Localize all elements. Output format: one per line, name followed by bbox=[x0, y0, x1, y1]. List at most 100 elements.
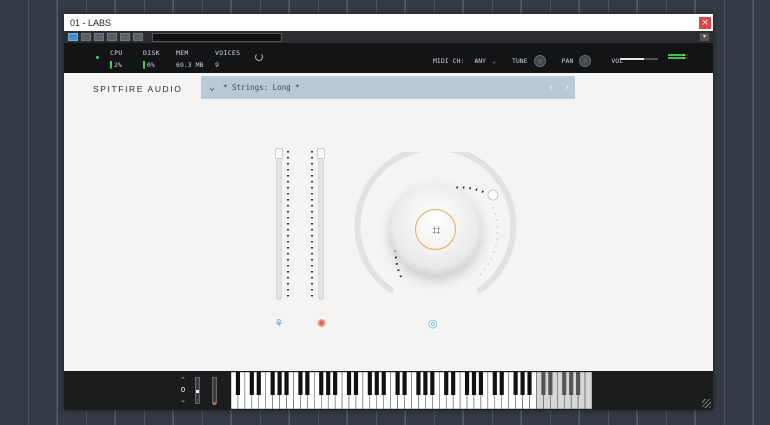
black-key[interactable] bbox=[374, 372, 379, 395]
black-key[interactable] bbox=[333, 372, 338, 395]
black-key[interactable] bbox=[492, 372, 497, 395]
reverb-icon: ◎ bbox=[428, 317, 438, 330]
mem-stat: MEM 69.3 MB bbox=[176, 49, 203, 69]
black-key[interactable] bbox=[367, 372, 372, 395]
menu-icon[interactable]: ▾ bbox=[700, 33, 709, 41]
black-key[interactable] bbox=[395, 372, 400, 395]
black-key[interactable] bbox=[298, 372, 303, 395]
preset-field[interactable] bbox=[152, 32, 282, 42]
octave-value: 0 bbox=[180, 386, 186, 394]
midi-controls: MIDI CH: ANY ⌄ TUNE PAN VOL bbox=[433, 55, 623, 67]
prev-preset-button[interactable]: ‹ bbox=[543, 82, 559, 93]
knob-ring: ⌗ bbox=[415, 209, 456, 250]
black-key[interactable] bbox=[326, 372, 331, 395]
mem-value: 69.3 MB bbox=[176, 61, 204, 69]
dynamics-icon: ⚘ bbox=[274, 317, 284, 330]
resize-grip-icon[interactable] bbox=[702, 399, 711, 408]
reverb-knob[interactable]: ⌗ bbox=[390, 184, 481, 275]
black-key[interactable] bbox=[562, 372, 567, 395]
output-meter bbox=[668, 54, 688, 61]
black-key[interactable] bbox=[381, 372, 386, 395]
black-key[interactable] bbox=[423, 372, 428, 395]
status-bar: CPU ▌2% DISK ▌0% MEM 69.3 MB VOICES 9 MI… bbox=[64, 43, 713, 73]
black-key[interactable] bbox=[416, 372, 421, 395]
black-key[interactable] bbox=[548, 372, 553, 395]
piano-keyboard[interactable] bbox=[231, 372, 592, 409]
black-key[interactable] bbox=[541, 372, 546, 395]
close-button[interactable]: × bbox=[699, 16, 711, 29]
knob-handle bbox=[487, 189, 499, 201]
refresh-icon[interactable] bbox=[255, 53, 263, 61]
octave-down-icon[interactable]: ⌄ bbox=[178, 395, 188, 405]
disk-stat: DISK ▌0% bbox=[143, 49, 160, 69]
black-key[interactable] bbox=[277, 372, 282, 395]
black-key[interactable] bbox=[499, 372, 504, 395]
next-preset-button[interactable]: › bbox=[559, 82, 575, 93]
black-key[interactable] bbox=[353, 372, 359, 395]
window-title: 01 - LABS bbox=[70, 17, 112, 28]
black-key[interactable] bbox=[451, 372, 456, 395]
black-key[interactable] bbox=[430, 372, 435, 395]
black-key[interactable] bbox=[520, 372, 525, 395]
black-key[interactable] bbox=[305, 372, 310, 395]
preset-name[interactable]: * Strings: Long * bbox=[223, 83, 543, 92]
paste-button[interactable] bbox=[107, 33, 117, 41]
volume-slider-fill bbox=[620, 58, 644, 60]
preset-browser[interactable]: ⌄ * Strings: Long * ‹ › bbox=[201, 76, 575, 99]
black-key[interactable] bbox=[444, 372, 449, 395]
black-key[interactable] bbox=[471, 372, 477, 395]
black-key[interactable] bbox=[235, 372, 241, 395]
chevron-down-icon[interactable]: ⌄ bbox=[201, 83, 223, 93]
midi-learn-button[interactable] bbox=[120, 33, 130, 41]
disk-label: DISK bbox=[143, 49, 160, 57]
black-key[interactable] bbox=[478, 372, 484, 395]
midi-channel-select[interactable]: ANY bbox=[474, 57, 486, 65]
black-key[interactable] bbox=[527, 372, 532, 395]
brand-logo: SPITFIRE AUDIO bbox=[93, 84, 183, 94]
settings-button[interactable] bbox=[133, 33, 143, 41]
black-key[interactable] bbox=[256, 372, 261, 395]
mem-label: MEM bbox=[176, 49, 189, 57]
tune-label: TUNE bbox=[511, 57, 528, 65]
black-key[interactable] bbox=[576, 372, 581, 395]
pan-knob[interactable] bbox=[579, 55, 592, 67]
octave-up-icon[interactable]: ⌃ bbox=[178, 375, 188, 385]
pan-label: PAN bbox=[561, 57, 574, 65]
expression-fader-handle[interactable] bbox=[317, 148, 325, 159]
black-key[interactable] bbox=[346, 372, 352, 395]
voices-value: 9 bbox=[215, 61, 219, 69]
black-key[interactable] bbox=[249, 372, 254, 395]
octave-control: ⌃ 0 ⌄ bbox=[178, 375, 188, 405]
pitch-wheel[interactable] bbox=[195, 377, 200, 404]
expression-fader[interactable] bbox=[317, 148, 325, 300]
black-key[interactable] bbox=[402, 372, 407, 395]
power-button[interactable] bbox=[68, 33, 78, 41]
chevron-down-icon[interactable]: ⌄ bbox=[492, 57, 496, 65]
expression-icon: ✺ bbox=[317, 317, 327, 330]
reverb-knob-area[interactable]: ⌗ bbox=[353, 144, 518, 317]
spitfire-logo-icon: ⌗ bbox=[432, 221, 441, 239]
voices-stat: VOICES 9 bbox=[215, 49, 240, 69]
dynamics-fader[interactable] bbox=[275, 148, 283, 300]
white-key[interactable] bbox=[584, 372, 592, 409]
black-key[interactable] bbox=[270, 372, 275, 395]
copy-button[interactable] bbox=[94, 33, 104, 41]
black-key[interactable] bbox=[513, 372, 518, 395]
cpu-label: CPU bbox=[110, 49, 123, 57]
black-key[interactable] bbox=[284, 372, 289, 395]
compare-button[interactable] bbox=[81, 33, 91, 41]
title-bar[interactable]: 01 - LABS × bbox=[64, 14, 713, 31]
black-key[interactable] bbox=[319, 372, 324, 395]
midi-channel-label: MIDI CH: bbox=[433, 57, 465, 65]
black-key[interactable] bbox=[464, 372, 470, 395]
plugin-window: 01 - LABS × ▾ CPU ▌2% DISK ▌0% MEM 69.3 … bbox=[64, 14, 713, 410]
black-key[interactable] bbox=[569, 372, 574, 395]
volume-slider[interactable] bbox=[620, 58, 658, 60]
mod-wheel[interactable] bbox=[212, 377, 217, 405]
voices-label: VOICES bbox=[215, 49, 241, 57]
tune-knob[interactable] bbox=[533, 55, 546, 67]
activity-led bbox=[96, 56, 99, 59]
expression-scale bbox=[311, 151, 313, 297]
dynamics-fader-handle[interactable] bbox=[275, 148, 283, 159]
instrument-panel: SPITFIRE AUDIO ⌄ * Strings: Long * ‹ › ⌗… bbox=[64, 73, 713, 371]
